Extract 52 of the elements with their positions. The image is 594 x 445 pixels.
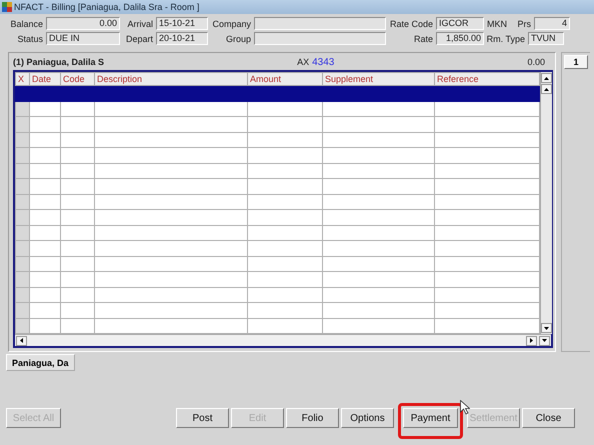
column-header[interactable]: Date — [30, 72, 60, 86]
text-field[interactable] — [254, 17, 386, 30]
window-tab[interactable]: 1 — [564, 55, 588, 69]
field-label: Balance — [9, 18, 44, 28]
text-field[interactable]: DUE IN — [46, 32, 120, 45]
column-header[interactable]: Code — [60, 72, 94, 86]
scroll-down-icon[interactable] — [541, 323, 552, 333]
field-label: Arrival — [126, 18, 154, 28]
guest-tab[interactable]: Paniagua, Da — [6, 354, 75, 371]
app-icon — [2, 2, 12, 12]
action-button[interactable]: Payment — [403, 408, 458, 428]
field-label: Group — [224, 34, 252, 44]
text-field[interactable]: 20-10-21 — [156, 32, 208, 45]
scroll-right-icon[interactable] — [526, 336, 537, 346]
text-field[interactable]: 0.00 — [46, 17, 120, 30]
column-header[interactable]: Amount — [248, 72, 322, 86]
horizontal-scrollbar[interactable] — [15, 334, 551, 346]
field-label: Rm. Type — [486, 34, 526, 44]
field-label: MKN — [486, 18, 508, 28]
text-field[interactable] — [254, 32, 386, 45]
column-header[interactable]: Description — [94, 72, 248, 86]
guest-name: (1) Paniagua, Dalila S — [13, 57, 104, 67]
action-button[interactable]: Post — [176, 408, 229, 428]
window-title: NFACT - Billing [Paniagua, Dalila Sra - Room ] — [14, 2, 200, 12]
payment-number: 4343 — [312, 56, 334, 68]
action-button[interactable]: Options — [341, 408, 394, 428]
table-row[interactable] — [16, 101, 540, 116]
scroll-up-icon[interactable] — [541, 84, 552, 94]
text-field[interactable]: TVUN — [528, 32, 564, 45]
vertical-scrollbar[interactable] — [540, 72, 552, 334]
field-label: Status — [16, 34, 44, 44]
column-header[interactable]: Supplement — [322, 72, 434, 86]
field-label: Depart — [124, 34, 154, 44]
field-label: Rate Code — [388, 18, 434, 28]
scroll-up-icon[interactable] — [541, 73, 552, 83]
column-header[interactable]: Reference — [434, 72, 540, 86]
column-header[interactable]: X — [16, 72, 30, 86]
field-label: Company — [211, 18, 252, 28]
text-field[interactable]: 4 — [534, 17, 570, 30]
folio-total: 0.00 — [527, 57, 545, 67]
text-field[interactable]: IGCOR — [436, 17, 484, 30]
scroll-left-icon[interactable] — [16, 336, 27, 346]
field-label: Rate — [412, 34, 434, 44]
payment-code: AX — [297, 57, 310, 67]
table-row[interactable] — [16, 86, 540, 101]
text-field[interactable]: 15-10-21 — [156, 17, 208, 30]
action-button[interactable]: Folio — [286, 408, 339, 428]
scroll-down-icon[interactable] — [539, 336, 550, 346]
action-button[interactable]: Close — [522, 408, 575, 428]
field-label: Prs — [516, 18, 532, 28]
text-field[interactable]: 1,850.00 — [436, 32, 484, 45]
mouse-pointer-icon — [460, 400, 470, 415]
